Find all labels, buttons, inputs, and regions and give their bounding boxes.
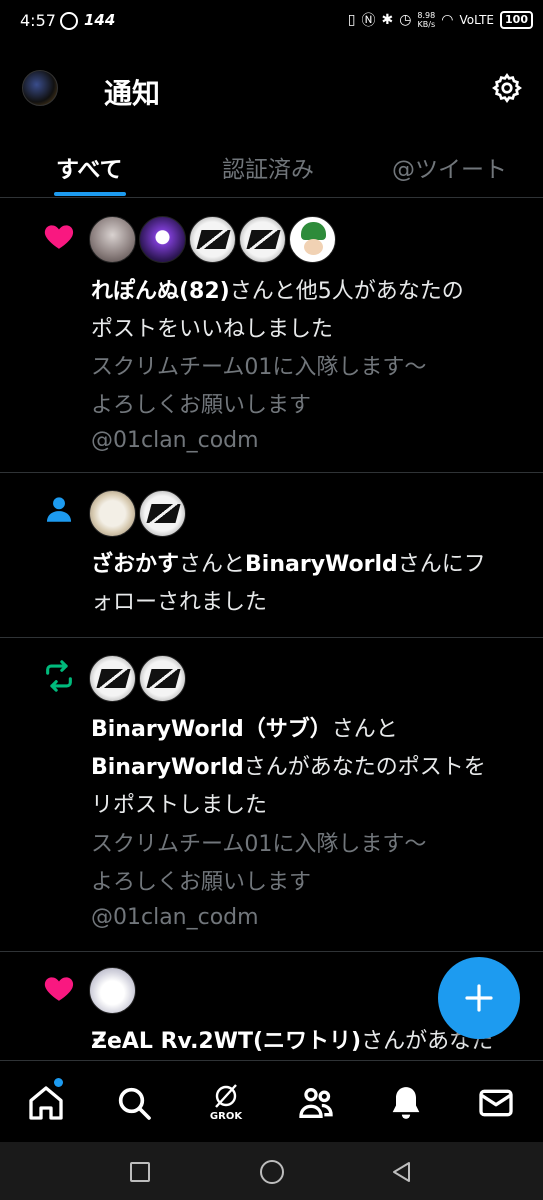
actor-name[interactable]: BinaryWorld: [91, 755, 244, 780]
settings-gear-icon[interactable]: [491, 72, 523, 104]
notification-text: BinaryWorld（サブ）さんと BinaryWorldさんがあなたのポスト…: [91, 717, 486, 818]
header: 通知: [0, 60, 543, 120]
avatar[interactable]: [139, 216, 186, 263]
avatar[interactable]: [239, 216, 286, 263]
heart-icon: [44, 977, 74, 1001]
battery-level: 100: [500, 11, 533, 29]
quoted-post-text: スクリムチーム01に入隊します〜 よろしくお願いします: [91, 355, 427, 418]
person-icon: [46, 497, 72, 522]
communities-icon[interactable]: [296, 1083, 336, 1123]
quoted-post-handle: @01clan_codm: [91, 428, 259, 453]
grok-tab[interactable]: GROK: [206, 1083, 246, 1123]
bottom-navigation: GROK: [0, 1060, 543, 1142]
active-tab-indicator: [54, 192, 126, 196]
notification-item[interactable]: BinaryWorld（サブ）さんと BinaryWorldさんがあなたのポスト…: [0, 639, 543, 952]
notification-text: れぽんぬ(82)さんと他5人があなたの ポストをいいねしました: [91, 279, 464, 342]
back-button[interactable]: [390, 1160, 412, 1184]
search-icon[interactable]: [114, 1083, 154, 1123]
repost-icon: [46, 660, 72, 692]
avatar[interactable]: [139, 655, 186, 702]
plus-icon: [465, 984, 493, 1012]
actor-name[interactable]: れぽんぬ(82): [91, 279, 230, 304]
grok-label: GROK: [209, 1111, 243, 1122]
heart-icon: [44, 225, 74, 249]
bluetooth-icon: ✱: [381, 12, 394, 28]
quoted-post-text: スクリムチーム01に入隊します〜 よろしくお願いします: [91, 832, 427, 895]
avatar[interactable]: [89, 967, 136, 1014]
recents-button[interactable]: [130, 1162, 150, 1182]
compose-post-button[interactable]: [438, 957, 520, 1039]
profile-avatar[interactable]: [22, 70, 58, 106]
vibrate-icon: ▯: [347, 12, 356, 28]
avatar[interactable]: [139, 490, 186, 537]
actor-name[interactable]: ざおかす: [91, 552, 179, 577]
notification-tabs: すべて 認証済み @ツイート: [0, 138, 543, 198]
status-time: 4:57: [20, 11, 56, 30]
grok-icon: [215, 1084, 237, 1108]
notifications-bell-icon[interactable]: [386, 1083, 426, 1123]
avatar[interactable]: [89, 655, 136, 702]
avatar[interactable]: [289, 216, 336, 263]
nfc-icon: Ⓝ: [361, 13, 376, 29]
system-navigation-bar: [0, 1142, 543, 1200]
messages-mail-icon[interactable]: [476, 1083, 516, 1123]
avatar[interactable]: [89, 490, 136, 537]
actor-avatars: [89, 655, 186, 702]
actor-name[interactable]: ƵeAL Rv.2WT(ニワトリ): [91, 1029, 361, 1054]
status-bar: 4:57 144 ▯ Ⓝ ✱ ◷ 8.98 KB/s ◠ VoLTE 100: [0, 0, 543, 44]
tab-all[interactable]: すべて: [56, 150, 122, 184]
notification-text: ざおかすさんとBinaryWorldさんにフ ォローされました: [91, 552, 486, 615]
wifi-icon: ◠: [441, 12, 454, 28]
refresh-rate: 144: [84, 11, 116, 29]
net-speed: 8.98 KB/s: [417, 11, 436, 29]
page-title: 通知: [104, 77, 161, 110]
actor-avatars: [89, 490, 186, 537]
actor-name[interactable]: BinaryWorld: [245, 552, 398, 577]
network-type: VoLTE: [459, 13, 495, 27]
tab-mentions[interactable]: @ツイート: [392, 150, 507, 184]
status-icons: ▯ Ⓝ ✱ ◷ 8.98 KB/s ◠ VoLTE 100: [348, 10, 533, 30]
alarm-icon: ◷: [399, 12, 412, 28]
avatar[interactable]: [89, 216, 136, 263]
actor-avatars: [89, 216, 336, 263]
home-unread-dot: [54, 1078, 63, 1087]
notification-item[interactable]: れぽんぬ(82)さんと他5人があなたの ポストをいいねしました スクリムチーム0…: [0, 199, 543, 473]
tab-verified[interactable]: 認証済み: [222, 150, 314, 184]
home-icon[interactable]: [26, 1083, 66, 1123]
notification-item[interactable]: ざおかすさんとBinaryWorldさんにフ ォローされました: [0, 474, 543, 638]
avatar[interactable]: [189, 216, 236, 263]
actor-avatars: [89, 967, 136, 1014]
aperture-icon: [60, 12, 78, 30]
quoted-post-handle: @01clan_codm: [91, 905, 259, 930]
home-button[interactable]: [260, 1160, 284, 1184]
actor-name[interactable]: BinaryWorld（サブ）: [91, 717, 332, 742]
